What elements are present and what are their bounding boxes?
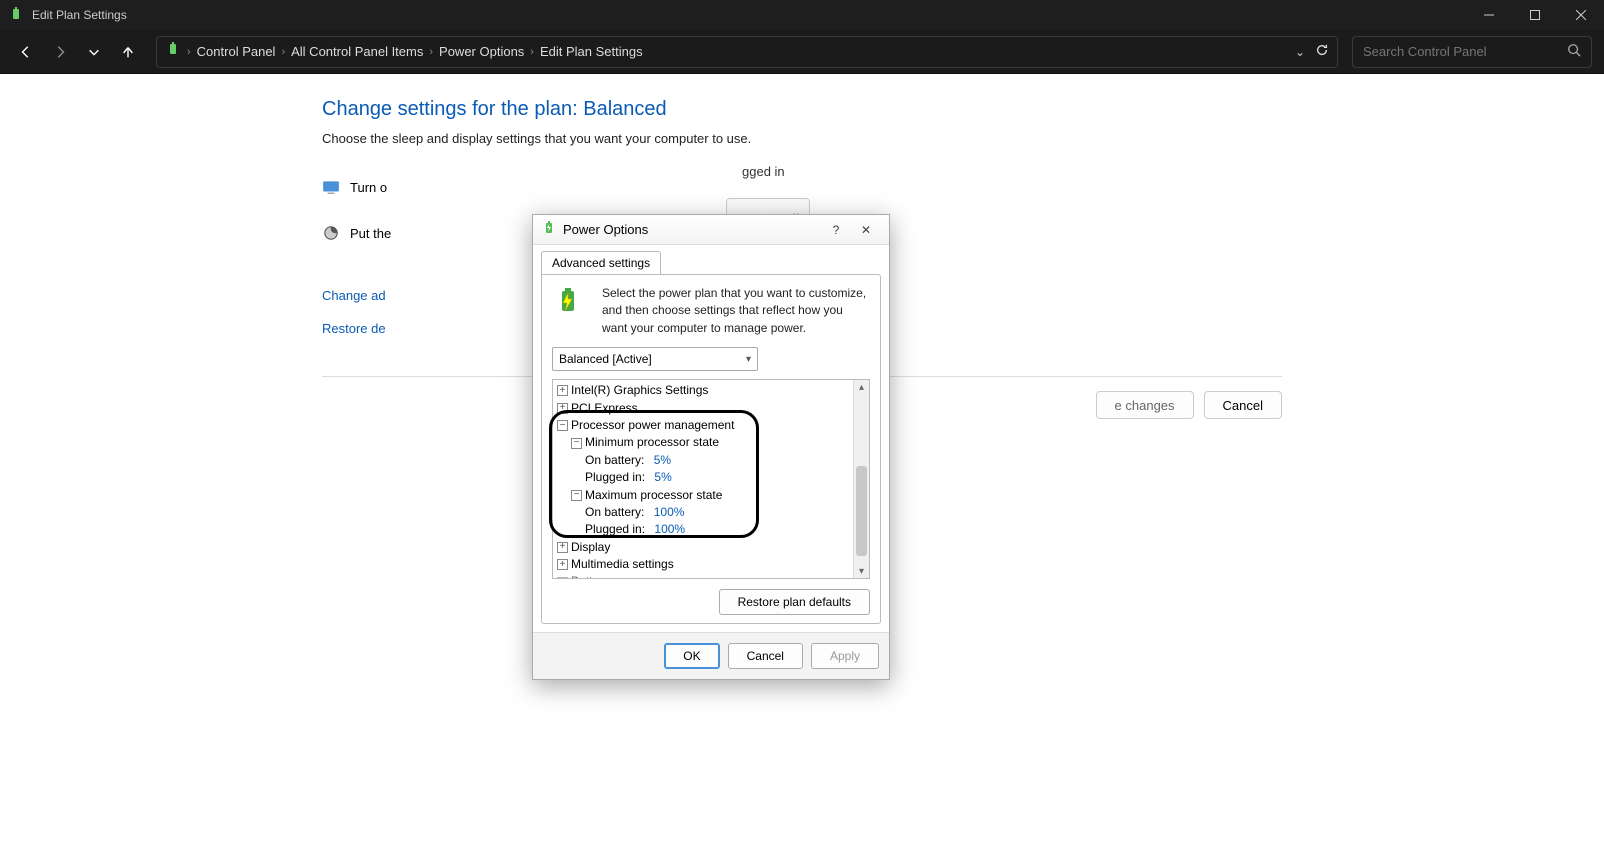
expand-icon[interactable]: + — [557, 542, 568, 553]
breadcrumb-item[interactable]: All Control Panel Items — [291, 44, 423, 59]
page-title: Change settings for the plan: Balanced — [322, 98, 1282, 121]
back-button[interactable] — [12, 38, 40, 66]
settings-tree[interactable]: +Intel(R) Graphics Settings +PCI Express… — [553, 380, 853, 578]
breadcrumb-item[interactable]: Control Panel — [197, 44, 276, 59]
dialog-cancel-button[interactable]: Cancel — [728, 643, 803, 669]
dialog-titlebar[interactable]: Power Options ? ✕ — [533, 215, 889, 245]
battery-icon — [541, 220, 557, 239]
collapse-icon[interactable]: − — [557, 420, 568, 431]
tab-advanced-settings[interactable]: Advanced settings — [541, 251, 661, 274]
scroll-up-icon[interactable]: ▴ — [854, 380, 869, 394]
tree-value-label[interactable]: On battery: — [585, 504, 644, 521]
search-input[interactable] — [1363, 44, 1567, 59]
power-options-dialog: Power Options ? ✕ Advanced settings Sele… — [532, 214, 890, 680]
tree-value[interactable]: 100% — [654, 504, 685, 521]
column-header-plugged: gged in — [742, 164, 785, 179]
content-area: Change settings for the plan: Balanced C… — [0, 74, 1604, 854]
tree-value[interactable]: 100% — [654, 521, 685, 538]
breadcrumb-item[interactable]: Power Options — [439, 44, 524, 59]
expand-icon[interactable]: + — [557, 577, 568, 579]
tree-value[interactable]: 5% — [654, 452, 671, 469]
page-description: Choose the sleep and display settings th… — [322, 131, 1282, 146]
ok-button[interactable]: OK — [664, 643, 719, 669]
dialog-intro-text: Select the power plan that you want to c… — [602, 285, 870, 337]
address-bar[interactable]: › Control Panel › All Control Panel Item… — [156, 36, 1338, 68]
chevron-right-icon: › — [281, 46, 285, 58]
tree-item[interactable]: PCI Express — [571, 400, 638, 417]
search-icon — [1567, 43, 1581, 60]
collapse-icon[interactable]: − — [571, 490, 582, 501]
forward-button[interactable] — [46, 38, 74, 66]
tree-item[interactable]: Maximum processor state — [585, 487, 722, 504]
recent-dropdown-button[interactable] — [80, 38, 108, 66]
up-button[interactable] — [114, 38, 142, 66]
maximize-button[interactable] — [1512, 0, 1558, 30]
tree-scrollbar[interactable]: ▴ ▾ — [853, 380, 869, 578]
chevron-right-icon: › — [187, 46, 191, 58]
plan-selected-label: Balanced [Active] — [559, 352, 652, 366]
apply-button[interactable]: Apply — [811, 643, 879, 669]
expand-icon[interactable]: + — [557, 385, 568, 396]
tree-item[interactable]: Multimedia settings — [571, 556, 674, 573]
plan-select-dropdown[interactable]: Balanced [Active] ▾ — [552, 347, 758, 371]
save-changes-button[interactable]: e changes — [1096, 391, 1194, 419]
expand-icon[interactable]: + — [557, 559, 568, 570]
battery-icon — [552, 285, 592, 325]
dialog-title: Power Options — [563, 222, 648, 237]
search-box[interactable] — [1352, 36, 1592, 68]
scrollbar-thumb[interactable] — [856, 466, 867, 556]
tree-item[interactable]: Minimum processor state — [585, 434, 719, 451]
tree-item[interactable]: Display — [571, 539, 610, 556]
tree-value-label[interactable]: Plugged in: — [585, 521, 645, 538]
scroll-down-icon[interactable]: ▾ — [854, 564, 869, 578]
breadcrumb-item[interactable]: Edit Plan Settings — [540, 44, 643, 59]
restore-plan-defaults-button[interactable]: Restore plan defaults — [719, 589, 870, 615]
turn-off-display-label: Turn o — [350, 180, 387, 195]
close-button[interactable] — [1558, 0, 1604, 30]
navigation-bar: › Control Panel › All Control Panel Item… — [0, 30, 1604, 74]
tree-value[interactable]: 5% — [654, 469, 671, 486]
location-icon — [165, 42, 181, 61]
help-button[interactable]: ? — [821, 218, 851, 242]
app-icon — [8, 7, 24, 23]
tree-item[interactable]: Intel(R) Graphics Settings — [571, 382, 708, 399]
window-titlebar: Edit Plan Settings — [0, 0, 1604, 30]
tree-value-label[interactable]: Plugged in: — [585, 469, 645, 486]
display-icon — [322, 178, 340, 196]
cancel-button[interactable]: Cancel — [1204, 391, 1282, 419]
window-title: Edit Plan Settings — [32, 8, 127, 22]
chevron-down-icon[interactable]: ⌄ — [1295, 45, 1305, 59]
tree-value-label[interactable]: On battery: — [585, 452, 644, 469]
refresh-button[interactable] — [1315, 43, 1329, 60]
chevron-right-icon: › — [530, 46, 534, 58]
chevron-down-icon: ▾ — [746, 354, 751, 365]
sleep-icon — [322, 224, 340, 242]
tree-item[interactable]: Battery — [571, 573, 609, 578]
sleep-label: Put the — [350, 226, 391, 241]
minimize-button[interactable] — [1466, 0, 1512, 30]
expand-icon[interactable]: + — [557, 403, 568, 414]
chevron-right-icon: › — [429, 46, 433, 58]
tree-item[interactable]: Processor power management — [571, 417, 734, 434]
collapse-icon[interactable]: − — [571, 438, 582, 449]
dialog-close-button[interactable]: ✕ — [851, 218, 881, 242]
